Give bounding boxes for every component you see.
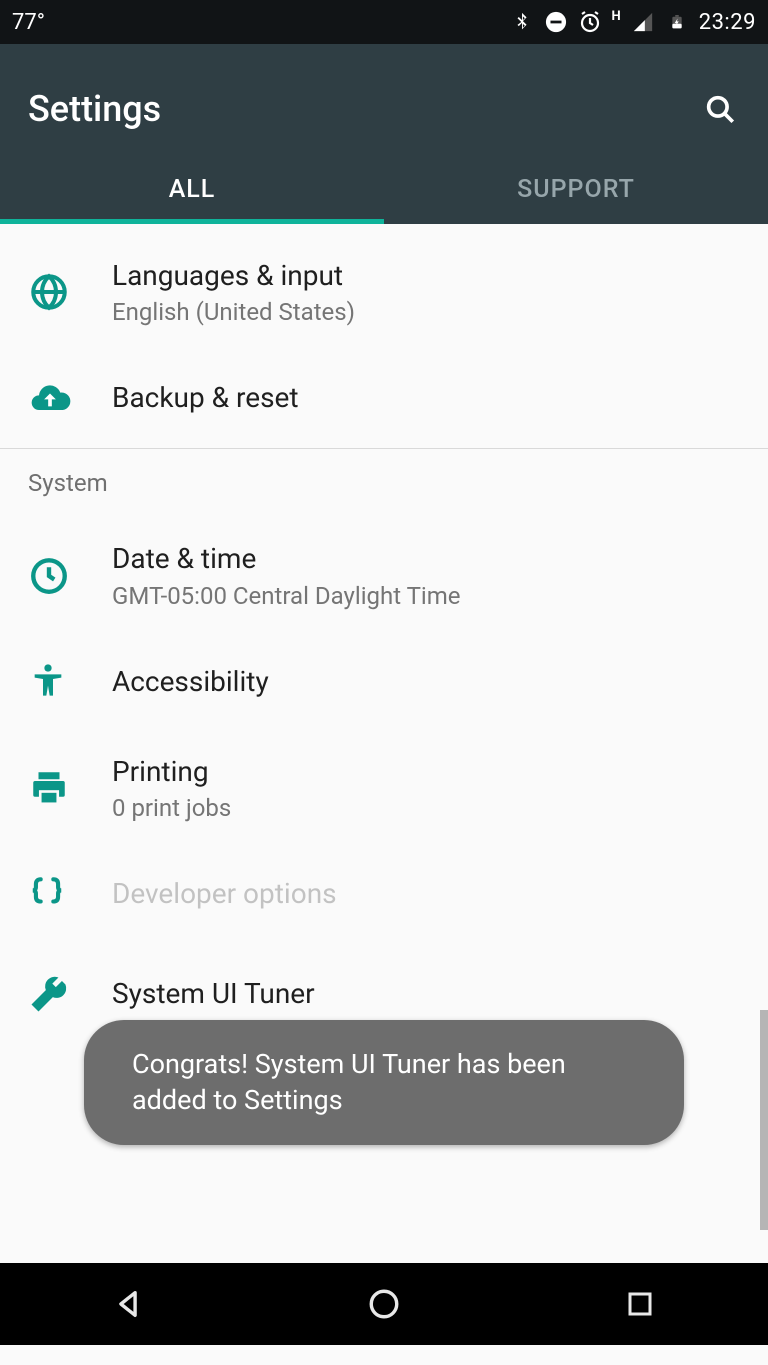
recent-apps-icon xyxy=(625,1289,655,1319)
home-icon xyxy=(367,1287,401,1321)
list-item-title: Date & time xyxy=(112,541,740,577)
list-item-datetime[interactable]: Date & time GMT-05:00 Central Daylight T… xyxy=(0,507,768,631)
signal-icon xyxy=(631,10,655,34)
navigation-bar xyxy=(0,1263,768,1345)
search-button[interactable] xyxy=(700,89,740,129)
list-item-backup[interactable]: Backup & reset xyxy=(0,348,768,448)
scroll-indicator[interactable] xyxy=(760,1010,768,1230)
toast: Congrats! System UI Tuner has been added… xyxy=(84,1020,684,1145)
nav-recent-button[interactable] xyxy=(600,1279,680,1329)
tab-support[interactable]: SUPPORT xyxy=(384,154,768,224)
list-item-developer[interactable]: Developer options xyxy=(0,844,768,944)
status-bar: 77° H 23:29 xyxy=(0,0,768,44)
settings-list[interactable]: Languages & input English (United States… xyxy=(0,224,768,1263)
braces-icon xyxy=(28,873,70,915)
dnd-icon xyxy=(544,10,568,34)
alarm-icon xyxy=(578,10,602,34)
tab-all[interactable]: ALL xyxy=(0,154,384,224)
bluetooth-icon xyxy=(510,10,534,34)
accessibility-icon xyxy=(28,661,70,703)
list-item-languages[interactable]: Languages & input English (United States… xyxy=(0,224,768,348)
list-item-title: System UI Tuner xyxy=(112,976,740,1012)
list-item-subtitle: GMT-05:00 Central Daylight Time xyxy=(112,582,740,610)
clock-icon xyxy=(28,555,70,597)
section-header-system: System xyxy=(0,449,768,507)
printer-icon xyxy=(28,767,70,809)
wrench-icon xyxy=(28,973,70,1015)
globe-icon xyxy=(28,271,70,313)
page-title: Settings xyxy=(28,88,161,130)
list-item-printing[interactable]: Printing 0 print jobs xyxy=(0,732,768,844)
list-item-title: Printing xyxy=(112,754,740,790)
battery-charging-icon xyxy=(665,10,689,34)
list-item-subtitle: English (United States) xyxy=(112,298,740,326)
list-item-subtitle: 0 print jobs xyxy=(112,794,740,822)
network-type-indicator: H xyxy=(612,4,621,28)
list-item-title: Developer options xyxy=(112,876,740,912)
list-item-title: Languages & input xyxy=(112,258,740,294)
search-icon xyxy=(703,92,737,126)
status-temperature: 77° xyxy=(12,10,45,35)
back-icon xyxy=(111,1287,145,1321)
tab-bar: ALL SUPPORT xyxy=(0,154,768,224)
list-item-title: Backup & reset xyxy=(112,380,740,416)
nav-home-button[interactable] xyxy=(344,1279,424,1329)
toast-message: Congrats! System UI Tuner has been added… xyxy=(132,1048,566,1116)
status-time: 23:29 xyxy=(699,10,756,35)
list-item-accessibility[interactable]: Accessibility xyxy=(0,632,768,732)
nav-back-button[interactable] xyxy=(88,1279,168,1329)
list-item-title: Accessibility xyxy=(112,664,740,700)
cloud-upload-icon xyxy=(28,377,70,419)
app-bar: Settings ALL SUPPORT xyxy=(0,44,768,224)
